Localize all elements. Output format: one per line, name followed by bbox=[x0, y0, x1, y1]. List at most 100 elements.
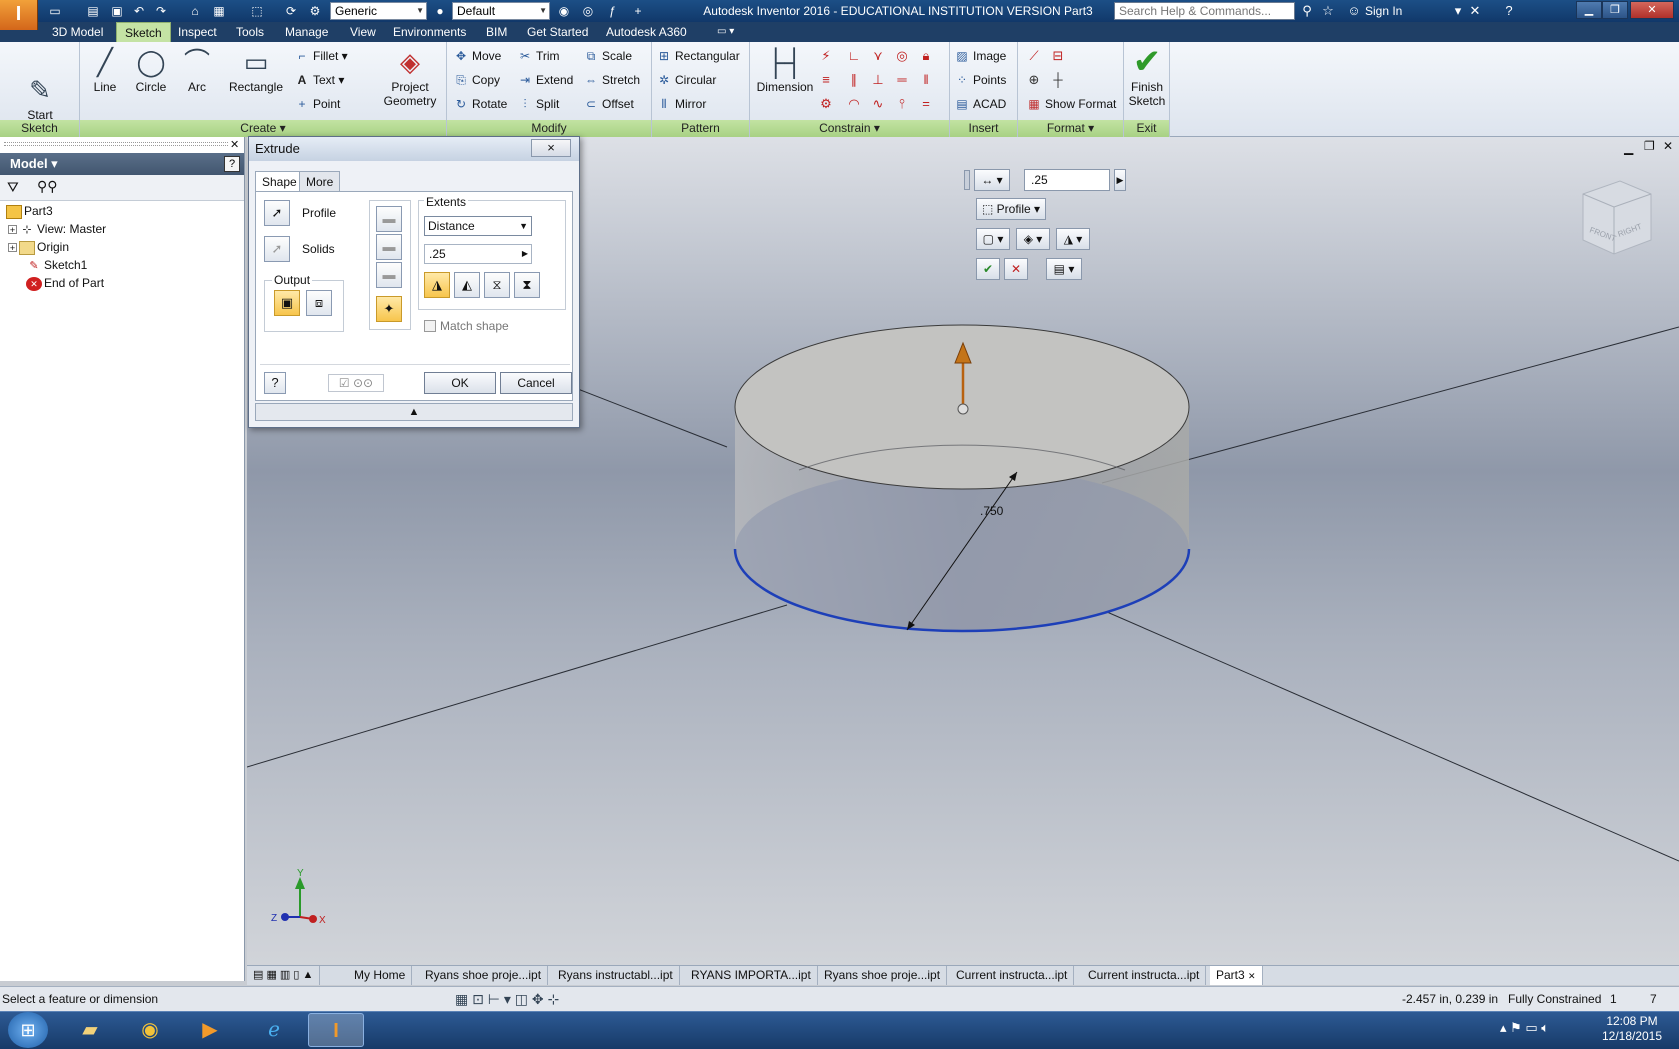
find-binoculars-icon[interactable]: ⚲⚲ bbox=[37, 178, 58, 195]
mini-toolbar-grip[interactable] bbox=[964, 170, 970, 190]
panel-title-create[interactable]: Create ▾ bbox=[80, 120, 446, 137]
doc-tab[interactable]: Ryans shoe proje...ipt bbox=[419, 966, 549, 985]
smooth-icon[interactable]: ∿ bbox=[868, 95, 888, 113]
fillet-button[interactable]: ⌐ Fillet ▾ bbox=[294, 47, 347, 65]
direction-default-button[interactable]: ◮ bbox=[424, 272, 450, 298]
tab-tools[interactable]: Tools bbox=[228, 22, 272, 42]
point-button[interactable]: + Point bbox=[294, 95, 340, 113]
open-icon[interactable]: ▤ bbox=[85, 3, 101, 19]
close-tab-icon[interactable]: ✕ bbox=[1248, 971, 1256, 981]
tree-item-sketch1[interactable]: ✎ Sketch1 bbox=[26, 256, 87, 274]
text-button[interactable]: A Text ▾ bbox=[294, 71, 345, 89]
match-shape-checkbox[interactable] bbox=[424, 320, 436, 332]
distance-type-dropdown[interactable]: ↔ ▾ bbox=[974, 169, 1010, 191]
solids-select-button[interactable]: ➚ bbox=[264, 236, 290, 262]
viewport-minimize-icon[interactable]: ▁ bbox=[1624, 141, 1633, 155]
tab-autodesk-a360[interactable]: Autodesk A360 bbox=[598, 22, 695, 42]
vertical-icon[interactable]: ‖ bbox=[916, 71, 936, 89]
appearance-combo[interactable]: Default ▼ bbox=[452, 2, 550, 20]
minimize-button[interactable]: ▁ bbox=[1576, 1, 1602, 19]
browser-header[interactable]: Model ▾ bbox=[0, 153, 244, 175]
split-button[interactable]: ⫶ Split bbox=[517, 95, 559, 113]
direction-flipped-button[interactable]: ◭ bbox=[454, 272, 480, 298]
coincident-icon[interactable]: ∟ bbox=[844, 47, 864, 65]
sketch-tools-icons[interactable]: ▦ ⊡ ⊢ ▾ ◫ ✥ ⊹ bbox=[455, 988, 559, 1010]
favorites-icon[interactable]: ☆ bbox=[1319, 2, 1337, 20]
doc-tab[interactable]: Current instructa...ipt bbox=[950, 966, 1075, 985]
extend-button[interactable]: ⇥ Extend bbox=[517, 71, 573, 89]
arc-button[interactable]: ⌒ Arc bbox=[176, 46, 218, 94]
distance-input[interactable]: .25 ▶ bbox=[424, 244, 532, 264]
move-button[interactable]: ✥ Move bbox=[453, 47, 501, 65]
output-solid-button[interactable]: ▣ bbox=[274, 290, 300, 316]
expand-icon[interactable]: + bbox=[8, 225, 17, 235]
equal-icon[interactable]: = bbox=[916, 95, 936, 113]
distance-arrow-icon[interactable]: ▶ bbox=[522, 245, 528, 263]
viewport-close-icon[interactable]: ✕ bbox=[1663, 139, 1673, 153]
dialog-help-button[interactable]: ? bbox=[264, 372, 286, 394]
tab-bim[interactable]: BIM bbox=[478, 22, 515, 42]
doc-tab-part3[interactable]: Part3 ✕ bbox=[1210, 966, 1263, 985]
stretch-button[interactable]: ⇔ Stretch bbox=[583, 71, 640, 89]
material-combo[interactable]: Generic ▼ bbox=[330, 2, 427, 20]
show-format-button[interactable]: ▦ Show Format bbox=[1026, 95, 1116, 113]
mirror-button[interactable]: ⫴ Mirror bbox=[656, 95, 706, 113]
finish-sketch-button[interactable]: ✔ Finish Sketch bbox=[1124, 45, 1170, 108]
undo-icon[interactable]: ↶ bbox=[131, 3, 147, 19]
preview-toggle[interactable]: ☑ ⊙⊙ bbox=[328, 374, 384, 392]
tab-environments[interactable]: Environments bbox=[385, 22, 474, 42]
fix-icon[interactable]: 🔒︎ bbox=[916, 47, 936, 65]
direction-asymmetric-button[interactable]: ⧗ bbox=[514, 272, 540, 298]
centerline-icon[interactable]: ┼ bbox=[1048, 71, 1068, 89]
panel-title-constrain[interactable]: Constrain ▾ bbox=[750, 120, 949, 137]
horizontal-icon[interactable]: ═ bbox=[892, 71, 912, 89]
expand-icon[interactable]: + bbox=[8, 243, 17, 253]
mini-options-dropdown[interactable]: ▤ ▾ bbox=[1046, 258, 1082, 280]
symmetric-icon[interactable]: ⫯ bbox=[892, 95, 912, 113]
tab-3d-model[interactable]: 3D Model bbox=[44, 22, 111, 42]
new-icon[interactable]: ▭ bbox=[47, 3, 63, 19]
internet-explorer-icon[interactable]: ℯ bbox=[246, 1013, 302, 1047]
show-constraints-icon[interactable]: ≡ bbox=[816, 71, 836, 89]
tray-icons[interactable]: ▴ ⚑ ▭ 🔈︎ bbox=[1500, 1020, 1549, 1036]
auto-dimension-icon[interactable]: ⚡ bbox=[816, 47, 836, 65]
settings-icon[interactable]: ⚙ bbox=[307, 3, 323, 19]
copy-button[interactable]: ⎘ Copy bbox=[453, 71, 500, 89]
constraint-settings-icon[interactable]: ⚙ bbox=[816, 95, 836, 113]
tab-get-started[interactable]: Get Started bbox=[519, 22, 596, 42]
extents-type-select[interactable]: Distance ▼ bbox=[424, 216, 532, 236]
save-icon[interactable]: ▣ bbox=[109, 3, 125, 19]
ribbon-display-toggle[interactable]: ▭ ▾ bbox=[709, 22, 742, 42]
cancel-button[interactable]: Cancel bbox=[500, 372, 572, 394]
browser-close-icon[interactable]: ✕ bbox=[230, 139, 242, 151]
parallel-icon[interactable]: ∥ bbox=[844, 71, 864, 89]
center-point-icon[interactable]: ⊕ bbox=[1024, 71, 1044, 89]
dialog-title[interactable]: Extrude bbox=[249, 137, 579, 161]
mini-distance-input[interactable]: .25 bbox=[1024, 169, 1110, 191]
tab-shape[interactable]: Shape bbox=[255, 171, 304, 191]
image-button[interactable]: ▨ Image bbox=[954, 47, 1006, 65]
viewcube[interactable] bbox=[1582, 180, 1652, 255]
acad-button[interactable]: ▤ ACAD bbox=[954, 95, 1006, 113]
circular-pattern-button[interactable]: ✲ Circular bbox=[656, 71, 716, 89]
filter-icon[interactable]: ⛛ bbox=[7, 179, 19, 196]
browser-help-icon[interactable]: ? bbox=[224, 156, 240, 172]
extrude-arrow-base[interactable] bbox=[957, 403, 969, 415]
scale-button[interactable]: ⧉ Scale bbox=[583, 47, 632, 65]
tree-item-part3[interactable]: Part3 bbox=[6, 202, 53, 220]
profile-select-button[interactable]: ➚ bbox=[264, 200, 290, 226]
measure-icon[interactable]: + bbox=[630, 3, 646, 19]
app-menu-button[interactable]: I bbox=[0, 0, 38, 30]
tree-item-origin[interactable]: + Origin bbox=[8, 238, 69, 256]
tangent-icon[interactable]: ◠ bbox=[844, 95, 864, 113]
browser-grip[interactable] bbox=[4, 142, 228, 146]
mini-output-dropdown[interactable]: ▢ ▾ bbox=[976, 228, 1010, 250]
start-button[interactable]: ⊞ bbox=[8, 1012, 48, 1048]
explorer-icon[interactable]: ▰ bbox=[62, 1013, 118, 1047]
project-icon[interactable]: ▦ bbox=[211, 3, 227, 19]
close-window-button[interactable]: ✕ bbox=[1630, 1, 1674, 19]
sign-in-link[interactable]: Sign In bbox=[1365, 0, 1402, 22]
rectangle-button[interactable]: ▭ Rectangle bbox=[222, 46, 290, 94]
dialog-close-button[interactable]: × bbox=[531, 139, 571, 157]
concentric-icon[interactable]: ◎ bbox=[892, 47, 912, 65]
